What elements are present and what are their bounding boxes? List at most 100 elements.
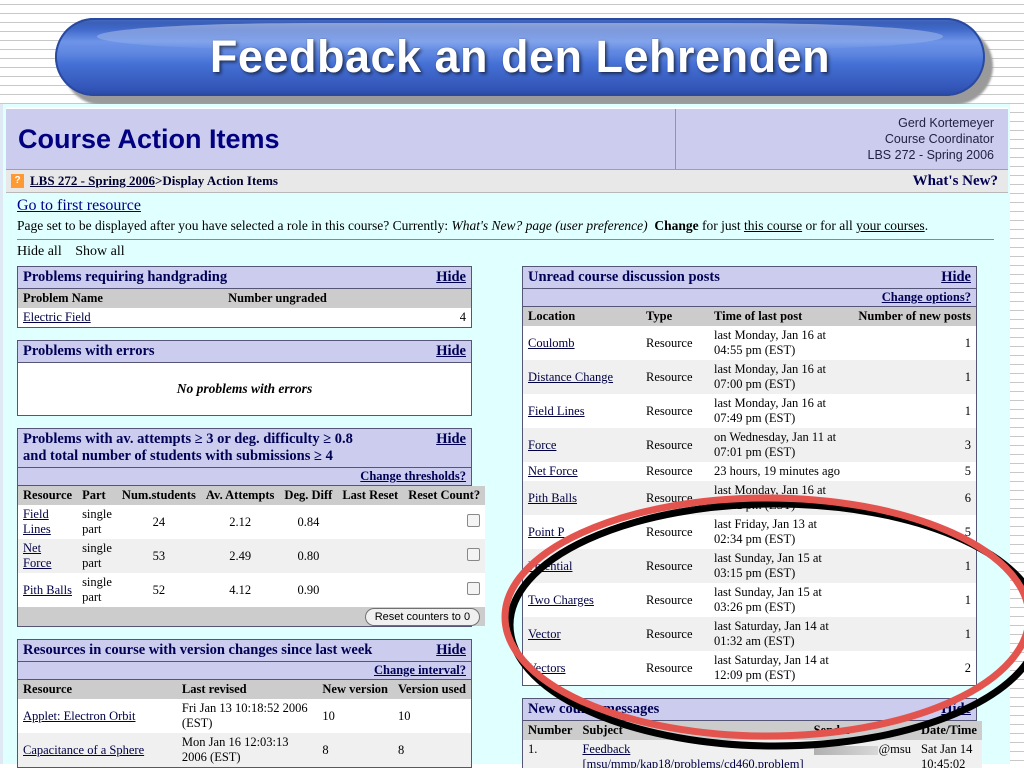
location-link[interactable]: Force xyxy=(528,438,556,452)
go-to-first-resource-link[interactable]: Go to first resource xyxy=(17,197,141,215)
discussion-table: Location Type Time of last post Number o… xyxy=(523,307,976,685)
attempts-table: Resource Part Num.students Av. Attempts … xyxy=(18,486,486,626)
resource-link[interactable]: Pith Balls xyxy=(23,583,72,597)
show-all-link[interactable]: Show all xyxy=(75,244,124,259)
panel-versions-title: Resources in course with version changes… xyxy=(23,642,373,658)
version-used-cell: 10 xyxy=(393,699,471,733)
your-courses-link[interactable]: your courses xyxy=(856,218,925,233)
table-row: Distance Change Resource last Monday, Ja… xyxy=(523,360,976,394)
col-resource: Resource xyxy=(18,486,78,505)
message-number: 1. xyxy=(523,740,578,768)
breadcrumb-course-link[interactable]: LBS 272 - Spring 2006 xyxy=(30,173,155,189)
part-cell: single part xyxy=(77,573,117,607)
resource-link[interactable]: Capacitance of a Sphere xyxy=(23,743,144,757)
sender-suffix: @msu xyxy=(878,742,911,756)
panel-messages: New course messages Hide Number Subject … xyxy=(522,698,982,768)
panel-attempts: Problems with av. attempts ≥ 3 or deg. d… xyxy=(17,428,486,627)
change-interval-link[interactable]: Change interval? xyxy=(374,663,466,677)
diff-cell: 0.90 xyxy=(279,573,338,607)
panel-messages-hide-link[interactable]: Hide xyxy=(933,701,971,718)
table-row: Vector Resource last Saturday, Jan 14 at… xyxy=(523,617,976,651)
versions-table: Resource Last revised New version Versio… xyxy=(18,680,471,767)
count-cell: 5 xyxy=(853,462,976,481)
panel-messages-header: New course messages Hide xyxy=(523,699,976,721)
panel-discussion-hide-link[interactable]: Hide xyxy=(933,269,971,286)
change-link[interactable]: Change xyxy=(654,218,698,233)
location-link[interactable]: Pith Balls xyxy=(528,491,577,505)
panel-errors: Problems with errors Hide No problems wi… xyxy=(17,340,472,416)
location-link[interactable]: Field Lines xyxy=(528,404,585,418)
table-header-row: Number Subject Sender Date/Time xyxy=(523,721,982,740)
time-cell: last Friday, Jan 13 at 02:34 pm (EST) xyxy=(709,515,854,549)
location-link[interactable]: Vectors xyxy=(528,661,566,675)
resource-link[interactable]: Applet: Electron Orbit xyxy=(23,709,135,723)
page-preference-text: Page set to be displayed after you have … xyxy=(17,217,996,234)
table-row: Potential Resource last Sunday, Jan 15 a… xyxy=(523,549,976,583)
reset-checkbox[interactable] xyxy=(467,581,481,595)
location-link[interactable]: Potential xyxy=(528,559,572,573)
hide-show-controls: Hide all Show all xyxy=(3,244,1010,260)
panel-attempts-hide-link[interactable]: Hide xyxy=(428,431,466,448)
count-cell: 1 xyxy=(853,549,976,583)
table-footer-row: Reset counters to 0 xyxy=(18,607,486,626)
whats-new-label[interactable]: What's New? xyxy=(913,173,998,190)
col-type: Type xyxy=(641,307,709,326)
panel-versions-header: Resources in course with version changes… xyxy=(18,640,471,662)
col-reset-count: Reset Count? xyxy=(403,486,486,505)
user-name: Gerd Kortemeyer xyxy=(898,116,994,130)
col-number: Number xyxy=(523,721,578,740)
change-thresholds-link[interactable]: Change thresholds? xyxy=(360,469,466,483)
reset-checkbox[interactable] xyxy=(467,513,481,527)
count-cell: 6 xyxy=(853,481,976,515)
banner-title-text: Feedback an den Lehrenden xyxy=(209,31,831,82)
panel-handgrading: Problems requiring handgrading Hide Prob… xyxy=(17,266,472,328)
problem-link[interactable]: Electric Field xyxy=(23,310,91,324)
location-link[interactable]: Coulomb xyxy=(528,336,575,350)
table-header-row: Problem Name Number ungraded xyxy=(18,289,471,308)
count-cell: 1 xyxy=(853,583,976,617)
location-link[interactable]: Point P xyxy=(528,525,564,539)
user-info-block: Gerd Kortemeyer Course Coordinator LBS 2… xyxy=(675,109,1008,169)
pref-current-value: What's New? page (user preference) xyxy=(451,218,648,233)
message-subject-link[interactable]: Feedback xyxy=(582,742,630,756)
type-cell: Resource xyxy=(641,360,709,394)
col-number-ungraded: Number ungraded xyxy=(223,289,471,308)
new-version-cell: 10 xyxy=(317,699,394,733)
resource-link[interactable]: Net Force xyxy=(23,541,51,570)
panel-handgrading-hide-link[interactable]: Hide xyxy=(428,269,466,286)
time-cell: last Sunday, Jan 15 at 03:15 pm (EST) xyxy=(709,549,854,583)
new-version-cell: 8 xyxy=(317,733,394,767)
panel-discussion: Unread course discussion posts Hide Chan… xyxy=(522,266,977,686)
reset-counters-button[interactable]: Reset counters to 0 xyxy=(364,608,481,626)
table-row: Field Lines single part 24 2.12 0.84 xyxy=(18,505,486,539)
type-cell: Resource xyxy=(641,394,709,428)
count-cell: 1 xyxy=(853,394,976,428)
this-course-link[interactable]: this course xyxy=(744,218,802,233)
handgrading-table: Problem Name Number ungraded Electric Fi… xyxy=(18,289,471,327)
panel-handgrading-title: Problems requiring handgrading xyxy=(23,269,228,285)
hide-all-link[interactable]: Hide all xyxy=(17,244,62,259)
location-link[interactable]: Distance Change xyxy=(528,370,613,384)
table-row: 1. Feedback [msu/mmp/kap18/problems/cd46… xyxy=(523,740,982,768)
change-options-link[interactable]: Change options? xyxy=(882,290,971,304)
right-column: Unread course discussion posts Hide Chan… xyxy=(522,266,982,768)
part-cell: single part xyxy=(77,505,117,539)
question-icon[interactable]: ? xyxy=(11,174,24,188)
time-cell: last Saturday, Jan 14 at 01:32 am (EST) xyxy=(709,617,854,651)
message-path-link[interactable]: [msu/mmp/kap18/problems/cd460.problem] xyxy=(582,757,803,768)
count-cell: 1 xyxy=(853,326,976,360)
reset-checkbox[interactable] xyxy=(467,547,481,561)
panel-discussion-header: Unread course discussion posts Hide xyxy=(523,267,976,289)
col-resource: Resource xyxy=(18,680,177,699)
col-num-students: Num.students xyxy=(116,486,201,505)
time-cell: last Saturday, Jan 14 at 12:09 pm (EST) xyxy=(709,651,854,685)
resource-link[interactable]: Field Lines xyxy=(23,507,51,536)
location-link[interactable]: Two Charges xyxy=(528,593,594,607)
intro-block: Go to first resource Page set to be disp… xyxy=(3,193,1010,240)
location-link[interactable]: Net Force xyxy=(528,464,578,478)
panel-attempts-subbar: Change thresholds? xyxy=(18,468,471,486)
location-link[interactable]: Vector xyxy=(528,627,561,641)
panel-versions-hide-link[interactable]: Hide xyxy=(428,642,466,659)
version-used-cell: 8 xyxy=(393,733,471,767)
panel-errors-hide-link[interactable]: Hide xyxy=(428,343,466,360)
